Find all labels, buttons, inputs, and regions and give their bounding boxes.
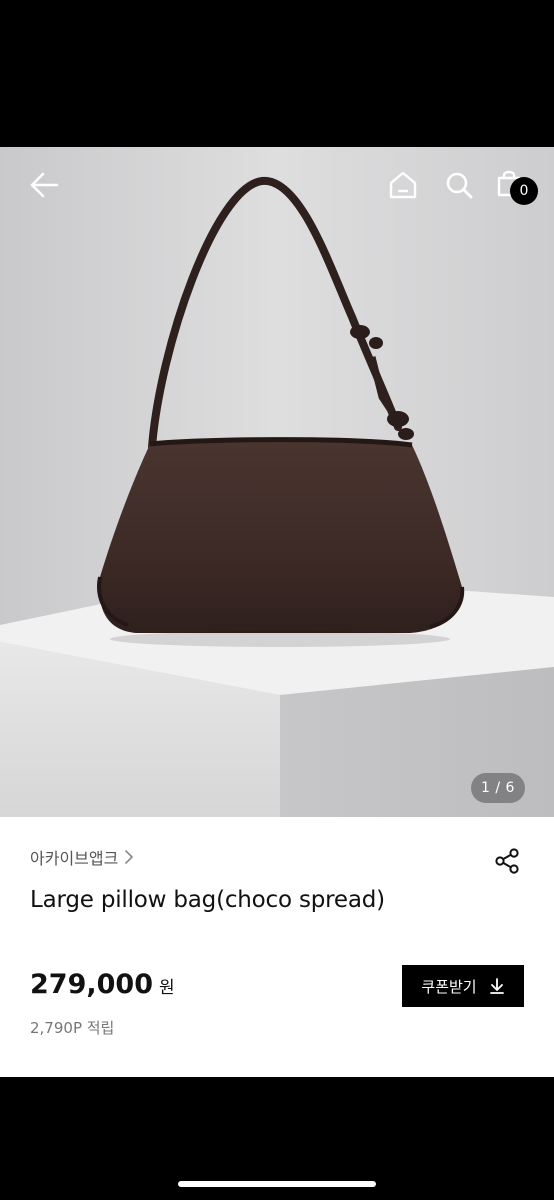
share-button[interactable] [488,843,526,879]
reward-points: 2,790P 적립 [30,1019,115,1037]
share-icon [495,848,519,874]
product-info-panel: 아카이브앱크 Large pillow bag(choco spread) 27… [0,817,554,1077]
cart-count-badge: 0 [510,177,538,205]
chevron-right-icon [125,850,134,864]
download-icon [489,978,504,994]
product-price: 279,000 [30,969,153,1000]
product-image [0,147,554,817]
home-indicator[interactable] [178,1181,376,1187]
coupon-download-button[interactable]: 쿠폰받기 [402,965,524,1007]
home-button[interactable] [382,165,424,205]
search-icon [446,172,473,199]
image-pager-indicator: 1 / 6 [471,773,525,803]
home-icon [389,171,417,199]
search-button[interactable] [438,165,480,205]
brand-link[interactable]: 아카이브앱크 [30,845,134,869]
arrow-left-icon [30,172,59,198]
price-currency: 원 [158,978,175,998]
cart-button[interactable]: 0 [492,165,538,209]
status-bar-area [0,0,554,147]
brand-name: 아카이브앱크 [30,849,119,868]
back-button[interactable] [22,165,66,205]
coupon-button-label: 쿠폰받기 [421,977,477,996]
product-image-gallery[interactable]: 0 1 / 6 [0,147,554,817]
product-title: Large pillow bag(choco spread) [30,887,385,913]
price-row: 279,000 원 [30,969,175,1000]
